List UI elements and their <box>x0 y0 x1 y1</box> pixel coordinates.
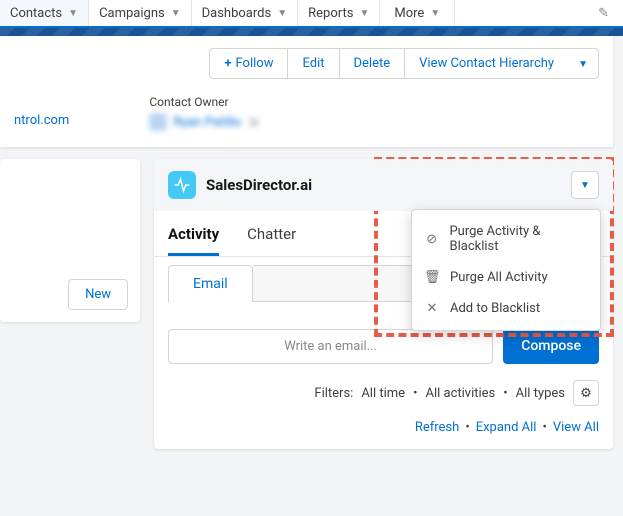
ban-icon: ⊘ <box>424 232 439 247</box>
nav-contacts[interactable]: Contacts ▼ <box>0 0 89 26</box>
view-hierarchy-button[interactable]: View Contact Hierarchy <box>405 48 568 79</box>
tab-activity-label: Activity <box>168 225 219 243</box>
hierarchy-label: View Contact Hierarchy <box>419 56 554 71</box>
subtab-email-label: Email <box>193 276 228 292</box>
subtab-email[interactable]: Email <box>168 265 253 302</box>
email-placeholder: Write an email... <box>284 339 377 354</box>
contact-owner-value[interactable]: Ryan Patillo ⇲ <box>149 113 258 131</box>
contact-owner-field: Contact Owner Ryan Patillo ⇲ <box>149 95 258 131</box>
record-actions: + Follow Edit Delete View Contact Hierarc… <box>0 36 613 91</box>
email-input[interactable]: Write an email... <box>168 329 493 364</box>
nav-more[interactable]: More ▼ <box>380 0 455 26</box>
view-all-link[interactable]: View All <box>553 420 599 435</box>
pulse-icon <box>168 171 196 199</box>
nav-contacts-label: Contacts <box>10 6 62 21</box>
nav-reports-label: Reports <box>308 6 353 21</box>
avatar <box>149 113 167 131</box>
edit-label: Edit <box>302 56 324 71</box>
contact-owner-name: Ryan Patillo <box>173 115 241 130</box>
refresh-link[interactable]: Refresh <box>415 420 459 435</box>
decorative-band <box>0 28 623 36</box>
nav-dashboards-label: Dashboards <box>202 6 272 21</box>
compose-button[interactable]: Compose <box>503 328 599 364</box>
more-actions-button[interactable]: ▼ <box>568 48 599 79</box>
menu-purge-all-label: Purge All Activity <box>450 270 548 285</box>
follow-button[interactable]: + Follow <box>209 48 288 79</box>
edit-nav-icon[interactable]: ✎ <box>584 6 623 21</box>
filters-row: Filters: All time • All activities • All… <box>154 374 613 412</box>
new-button[interactable]: New <box>68 279 128 310</box>
filter-time[interactable]: All time <box>361 386 405 401</box>
compose-button-label: Compose <box>521 338 581 354</box>
footer-links: Refresh • Expand All • View All <box>154 412 613 449</box>
chevron-down-icon[interactable]: ▼ <box>171 8 181 19</box>
nav-campaigns[interactable]: Campaigns ▼ <box>89 0 192 26</box>
delete-button[interactable]: Delete <box>340 48 406 79</box>
menu-purge-all[interactable]: 🗑 Purge All Activity <box>412 262 600 293</box>
separator-dot: • <box>413 386 417 401</box>
filters-label: Filters: <box>314 386 353 401</box>
salesdirector-widget: SalesDirector.ai ▼ ⊘ Purge Activity & Bl… <box>154 159 613 449</box>
separator-dot: • <box>542 420 546 435</box>
gear-icon: ⚙ <box>580 386 592 401</box>
tab-activity[interactable]: Activity <box>168 225 219 256</box>
view-label: View All <box>553 420 599 435</box>
chevron-down-icon[interactable]: ▼ <box>68 8 78 19</box>
edit-button[interactable]: Edit <box>288 48 339 79</box>
nav-reports[interactable]: Reports ▼ <box>298 0 380 26</box>
tab-chatter-label: Chatter <box>247 225 296 243</box>
expand-all-link[interactable]: Expand All <box>476 420 537 435</box>
menu-add-blacklist-label: Add to Blacklist <box>450 301 540 316</box>
separator-dot: • <box>465 420 469 435</box>
nav-campaigns-label: Campaigns <box>99 6 165 21</box>
contact-owner-label: Contact Owner <box>149 95 258 109</box>
widget-menu-button[interactable]: ▼ <box>571 171 599 199</box>
website-link-text: ntrol.com <box>14 113 69 128</box>
related-panel: New <box>0 159 140 322</box>
record-header: + Follow Edit Delete View Contact Hierarc… <box>0 36 613 147</box>
new-button-label: New <box>85 287 111 302</box>
plus-icon: + <box>224 56 231 71</box>
widget-header: SalesDirector.ai ▼ ⊘ Purge Activity & Bl… <box>154 159 613 211</box>
chevron-down-icon[interactable]: ▼ <box>430 8 440 19</box>
chevron-down-icon[interactable]: ▼ <box>277 8 287 19</box>
change-owner-icon[interactable]: ⇲ <box>247 115 258 130</box>
filter-activities[interactable]: All activities <box>425 386 495 401</box>
menu-purge-blacklist-label: Purge Activity & Blacklist <box>449 224 588 254</box>
refresh-label: Refresh <box>415 420 459 435</box>
follow-label: Follow <box>236 56 274 71</box>
top-nav: Contacts ▼ Campaigns ▼ Dashboards ▼ Repo… <box>0 0 623 28</box>
widget-menu: ⊘ Purge Activity & Blacklist 🗑 Purge All… <box>411 209 601 331</box>
filter-types[interactable]: All types <box>516 386 565 401</box>
nav-more-label: More <box>394 6 424 21</box>
filter-settings-button[interactable]: ⚙ <box>573 380 599 406</box>
caret-down-icon: ▼ <box>580 180 590 191</box>
tab-chatter[interactable]: Chatter <box>247 225 296 256</box>
caret-down-icon: ▼ <box>578 59 588 70</box>
expand-label: Expand All <box>476 420 537 435</box>
website-link[interactable]: ntrol.com <box>14 95 69 128</box>
widget-title: SalesDirector.ai <box>206 176 312 194</box>
trash-icon: 🗑 <box>424 270 440 285</box>
delete-label: Delete <box>354 56 391 71</box>
nav-dashboards[interactable]: Dashboards ▼ <box>192 0 299 26</box>
chevron-down-icon[interactable]: ▼ <box>359 8 369 19</box>
separator-dot: • <box>503 386 507 401</box>
menu-add-blacklist[interactable]: ✕ Add to Blacklist <box>412 293 600 324</box>
cancel-icon: ✕ <box>424 301 440 316</box>
menu-purge-blacklist[interactable]: ⊘ Purge Activity & Blacklist <box>412 216 600 262</box>
